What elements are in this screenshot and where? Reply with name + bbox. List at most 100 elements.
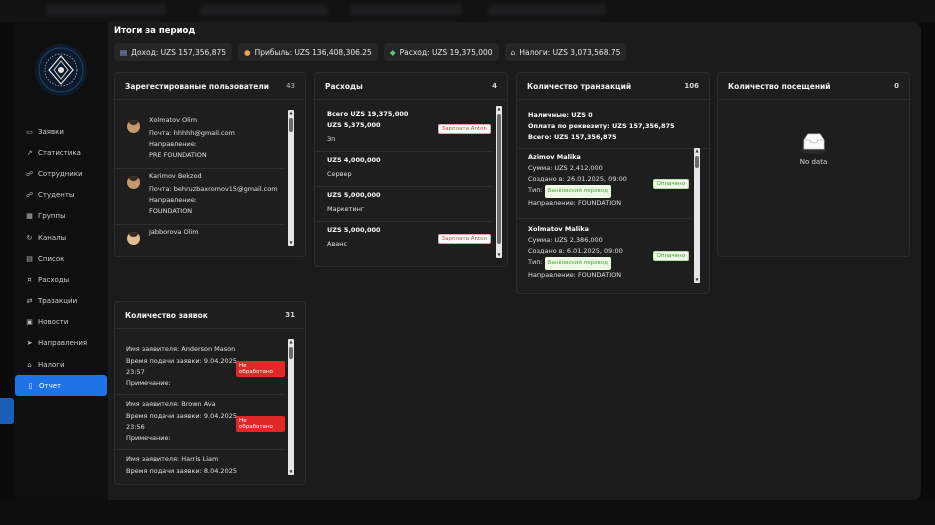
user-direction: PRE FOUNDATION <box>149 151 207 159</box>
scroll-down-arrow[interactable]: ▼ <box>288 469 294 475</box>
details-total: Оплата по реквезиту: UZS 157,356,875 <box>528 122 675 130</box>
sidebar-item-label: Отчет <box>39 381 62 390</box>
sidebar-item-label: Каналы <box>38 233 67 242</box>
sidebar-item-label: Новости <box>38 318 69 327</box>
payment-type-tag: Банковский перевод <box>544 185 611 198</box>
profit-chip: ● Прибыль: UZS 136,408,306.25 <box>238 43 378 61</box>
list-item: Xolmatov Malika Сумма: UZS 2,386,000 Соз… <box>528 224 623 281</box>
expenses-list[interactable]: Всего UZS 19,375,000 UZS 5,375,000 Зарпл… <box>315 100 493 266</box>
list-item: Jabborova Olim <box>149 227 199 238</box>
user-name: Xolmatov Olim <box>149 116 198 124</box>
avatar <box>127 120 140 133</box>
sidebar-item-studenty[interactable]: ☍ Студенты <box>14 185 108 206</box>
backdrop-blurred-item <box>200 4 328 16</box>
payer-name: Azimov Malika <box>528 153 581 161</box>
user-name: Jabborova Olim <box>149 228 199 236</box>
scroll-down-arrow[interactable]: ▼ <box>288 240 294 246</box>
sidebar-item-label: Тразакции <box>38 297 78 306</box>
expense-amount: UZS 5,000,000 <box>327 226 381 234</box>
applications-list[interactable]: Имя заявителя: Anderson Mason Время пода… <box>115 339 285 475</box>
sidebar-nav: ▭ Заявки ↗ Статистика ☍ Сотрудники ☍ Студент… <box>14 121 108 397</box>
expense-amount: UZS 5,375,000 <box>327 121 381 129</box>
users-scrollbar[interactable]: ▲ ▼ <box>288 110 294 246</box>
card-title: Количество заявок <box>125 310 208 320</box>
list-item: Имя заявителя: Anderson Mason Время пода… <box>126 344 239 389</box>
unprocessed-status-tag: Не обработано <box>236 361 285 377</box>
transactions-icon: ⇄ <box>26 297 33 306</box>
taxes-value: Налоги: UZS 3,073,568.75 <box>519 47 621 57</box>
salary-tag: Зарплата Anton <box>437 124 491 134</box>
backdrop-blurred-item <box>46 4 166 16</box>
transactions-list[interactable]: Azimov Malika Сумма: UZS 2,412,000 Созда… <box>517 148 691 283</box>
sidebar: ▭ Заявки ↗ Статистика ☍ Сотрудники ☍ Студент… <box>14 22 108 500</box>
sidebar-item-nalogi[interactable]: ⌂ Налоги <box>14 354 108 375</box>
scroll-up-arrow[interactable]: ▲ <box>496 106 502 112</box>
expense-name: Маркетинг <box>327 205 365 213</box>
channels-icon: ↻ <box>26 233 33 242</box>
bank-icon: ⌂ <box>510 47 516 57</box>
sidebar-item-label: Группы <box>38 212 66 221</box>
list-item: Имя заявителя: Harris Liam Время подачи … <box>126 454 237 475</box>
expenses-icon: ¤ <box>27 275 32 284</box>
scroll-up-arrow[interactable]: ▲ <box>694 148 700 154</box>
users-list[interactable]: Xolmatov Olim Почта: hhhhh@gmail.com Нап… <box>115 110 285 246</box>
sidebar-item-spisok[interactable]: ▤ Список <box>14 248 108 269</box>
expense-name: Зп <box>327 135 336 143</box>
scroll-thumb[interactable] <box>695 156 699 168</box>
transactions-scrollbar[interactable]: ▲ ▼ <box>694 148 700 283</box>
sidebar-item-sotrudniki[interactable]: ☍ Сотрудники <box>14 163 108 184</box>
sidebar-item-label: Сотрудники <box>38 169 83 178</box>
sidebar-item-statistika[interactable]: ↗ Статистика <box>14 142 108 163</box>
sidebar-item-kanaly[interactable]: ↻ Каналы <box>14 227 108 248</box>
backdrop-blurred-item <box>350 4 462 16</box>
sidebar-item-raskhody[interactable]: ¤ Расходы <box>14 269 108 290</box>
card-title: Зарегестированые пользователи <box>125 81 269 91</box>
expense-chip: ◆ Расход: UZS 19,375,000 <box>383 43 499 61</box>
expenses-scrollbar[interactable]: ▲ ▼ <box>496 106 502 258</box>
sidebar-item-label: Статистика <box>38 148 81 157</box>
divider <box>115 449 285 450</box>
list-item: Azimov Malika Сумма: UZS 2,412,000 Созда… <box>528 152 627 209</box>
empty-state: No data <box>718 132 909 166</box>
sidebar-item-label: Направления <box>38 339 88 348</box>
logo <box>35 44 87 96</box>
backdrop-accent <box>0 398 14 424</box>
scroll-thumb[interactable] <box>289 118 293 132</box>
sidebar-item-otchet[interactable]: ▯ Отчет <box>15 375 107 397</box>
applications-scrollbar[interactable]: ▲ ▼ <box>288 339 294 475</box>
transaction-sum: Сумма: UZS 2,386,000 <box>528 236 603 244</box>
card-title: Количество посещений <box>728 81 831 91</box>
sidebar-item-novosti[interactable]: ▣ Новости <box>14 312 108 333</box>
scroll-down-arrow[interactable]: ▼ <box>496 252 502 258</box>
user-direction: FOUNDATION <box>149 207 193 215</box>
team-icon: ☍ <box>25 169 34 178</box>
transaction-created: Создано в: 26.01.2025, 09:00 <box>528 175 627 183</box>
sidebar-item-napravleniya[interactable]: ➤ Направления <box>14 333 108 354</box>
user-direction-label: Направление: <box>149 140 197 148</box>
scroll-up-arrow[interactable]: ▲ <box>288 110 294 116</box>
income-chip: ▤ Доход: UZS 157,356,875 <box>114 43 233 61</box>
application-time: Время подачи заявки: 8.04.2025 <box>126 467 237 475</box>
report-modal: ▭ Заявки ↗ Статистика ☍ Сотрудники ☍ Студент… <box>14 22 921 500</box>
scroll-down-arrow[interactable]: ▼ <box>694 277 700 283</box>
card-count: 43 <box>286 82 295 90</box>
empty-inbox-icon <box>800 133 827 154</box>
card-count: 31 <box>285 311 295 319</box>
list-item: Xolmatov Olim Почта: hhhhh@gmail.com Нап… <box>149 115 235 161</box>
sidebar-item-tranzakcii[interactable]: ⇄ Тразакции <box>14 291 108 312</box>
scroll-thumb[interactable] <box>289 347 293 359</box>
transactions-card: Количество транзакций 106 Наличные: UZS 0… <box>516 72 710 294</box>
application-note: Примечание: <box>126 379 171 387</box>
sidebar-item-label: Расходы <box>38 275 70 284</box>
grand-total: Всего: UZS 157,356,875 <box>528 133 617 141</box>
divider <box>315 151 493 152</box>
divider <box>115 394 285 395</box>
scroll-up-arrow[interactable]: ▲ <box>288 339 294 345</box>
sidebar-item-zayavki[interactable]: ▭ Заявки <box>14 121 108 142</box>
sidebar-item-gruppy[interactable]: ▦ Группы <box>14 206 108 227</box>
scroll-thumb[interactable] <box>497 114 501 244</box>
applicant-name: Имя заявителя: Anderson Mason <box>126 345 236 353</box>
card-title: Количество транзакций <box>527 81 632 91</box>
backdrop-bottom <box>0 500 935 525</box>
list-item: Имя заявителя: Brown Ava Время подачи за… <box>126 399 239 444</box>
